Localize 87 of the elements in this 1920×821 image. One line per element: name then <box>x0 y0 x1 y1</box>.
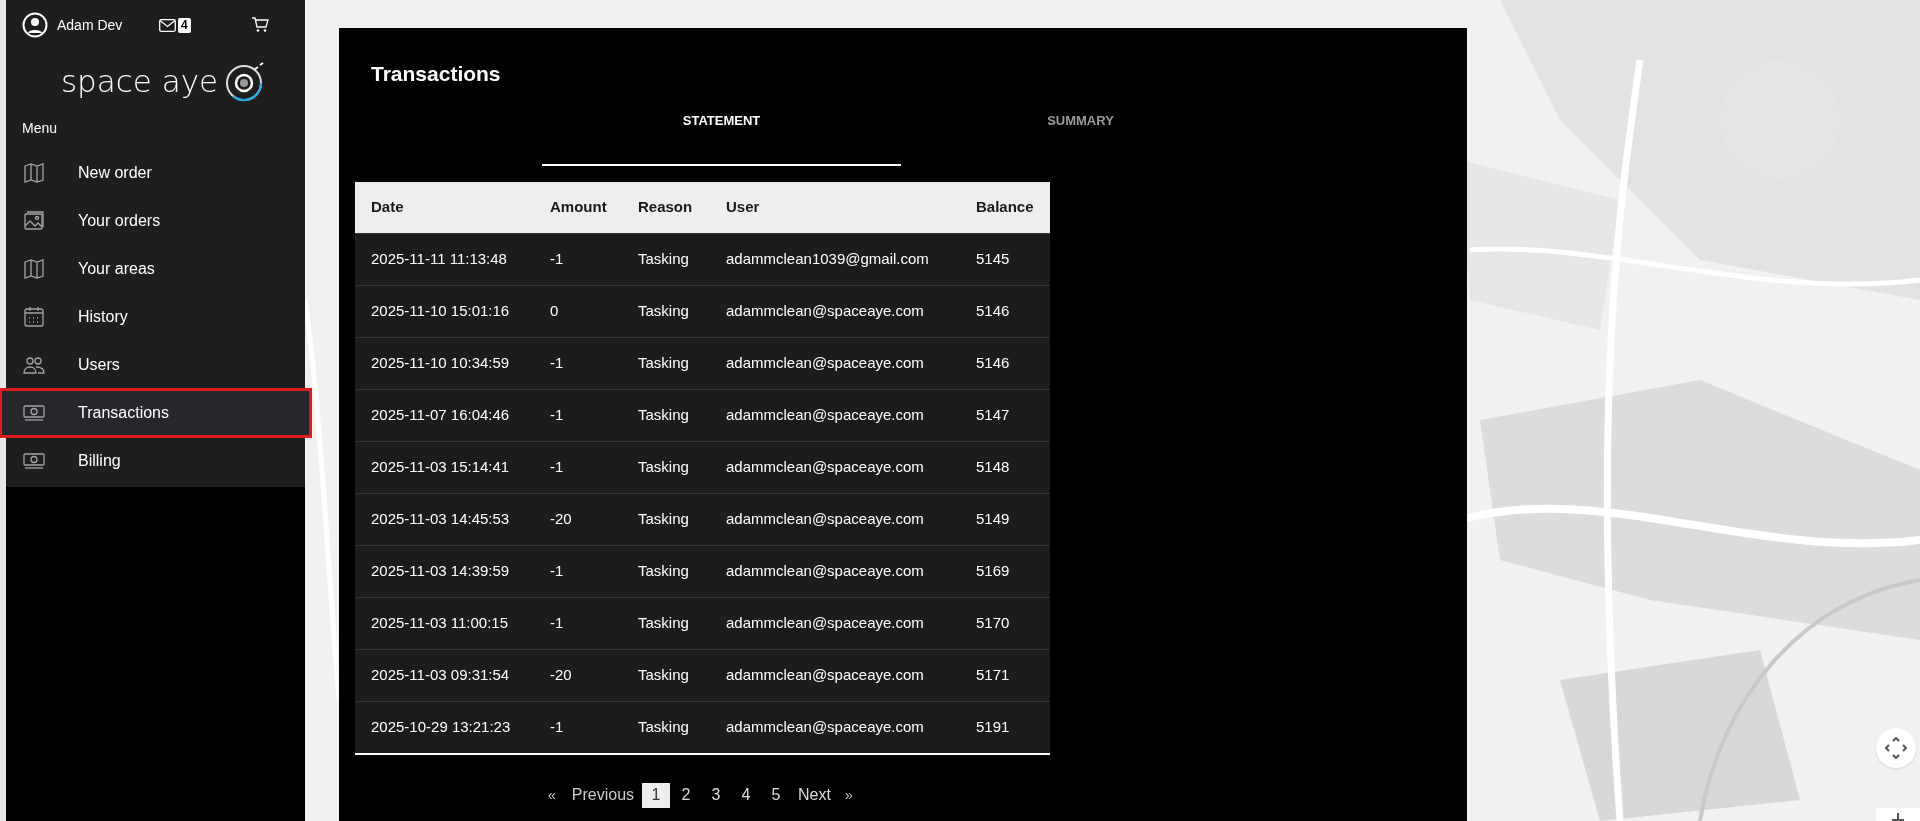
table-cell: 2025-11-03 09:31:54 <box>371 666 510 683</box>
menu-item[interactable]: New order <box>6 149 305 197</box>
table-cell: Tasking <box>638 302 689 319</box>
table-cell: 0 <box>550 302 559 319</box>
table-cell: 2025-10-29 13:21:23 <box>371 718 511 735</box>
table-cell: 2025-11-03 14:45:53 <box>371 510 510 527</box>
menu-item[interactable]: Transactions <box>0 389 311 437</box>
column-header: Reason <box>638 198 693 215</box>
table-cell: 2025-11-03 11:00:15 <box>371 614 509 631</box>
table-cell: -20 <box>550 666 572 683</box>
move-arrows-icon <box>1885 737 1907 759</box>
table-cell: -1 <box>550 406 564 423</box>
table-cell: adammclean@spaceaye.com <box>726 406 924 423</box>
table-cell: adammclean@spaceaye.com <box>726 354 924 371</box>
column-header: Balance <box>976 198 1034 215</box>
previous-page-link[interactable]: Previous <box>565 783 641 807</box>
table-cell: 5145 <box>976 250 1010 267</box>
table-cell: 2025-11-10 10:34:59 <box>371 354 510 371</box>
table-cell: Tasking <box>638 354 689 371</box>
table-cell: -1 <box>550 250 564 267</box>
table-cell: 2025-11-03 14:39:59 <box>371 562 510 579</box>
page-link[interactable]: 5 <box>762 782 791 808</box>
menu-label: Menu <box>21 119 59 138</box>
table-cell: 5148 <box>976 458 1010 475</box>
menu-item[interactable]: History <box>6 293 305 341</box>
user-icon[interactable] <box>22 12 48 38</box>
menu-item[interactable]: Your areas <box>6 245 305 293</box>
table-cell: 2025-11-11 11:13:48 <box>371 250 507 267</box>
page-link[interactable]: 1 <box>642 782 671 808</box>
page-link[interactable]: 3 <box>702 782 731 808</box>
menu-item[interactable]: Your orders <box>6 197 305 245</box>
table-cell: Tasking <box>638 666 689 683</box>
table-cell: -1 <box>550 458 564 475</box>
table-cell: adammclean@spaceaye.com <box>726 458 924 475</box>
tab[interactable]: STATEMENT <box>542 95 901 166</box>
page-link[interactable]: 2 <box>672 782 701 808</box>
table-cell: adammclean@spaceaye.com <box>726 718 924 735</box>
last-page-link[interactable]: » <box>838 784 859 806</box>
table-cell: 5170 <box>976 614 1010 631</box>
table-cell: 2025-11-03 15:14:41 <box>371 458 510 475</box>
table-cell: -1 <box>550 354 564 371</box>
table-cell: adammclean@spaceaye.com <box>726 562 924 579</box>
first-page-link[interactable]: « <box>540 784 564 806</box>
menu-item[interactable]: Billing <box>6 437 305 485</box>
map-icon <box>22 161 46 185</box>
table-cell: adammclean@spaceaye.com <box>726 614 924 631</box>
table-cell: -1 <box>550 718 564 735</box>
table-cell: 5146 <box>976 354 1010 371</box>
table-cell: Tasking <box>638 406 689 423</box>
cart-icon[interactable] <box>250 17 269 33</box>
column-header: Date <box>371 198 404 215</box>
table-cell: 2025-11-07 16:04:46 <box>371 406 510 423</box>
table-cell: Tasking <box>638 562 689 579</box>
menu-item[interactable]: Users <box>6 341 305 389</box>
logo-text: space aye <box>60 65 219 97</box>
table-cell: 5191 <box>976 718 1010 735</box>
table-cell: adammclean@spaceaye.com <box>726 666 924 683</box>
tab[interactable]: SUMMARY <box>901 95 1260 166</box>
panel-title: Transactions <box>370 61 502 87</box>
image-icon <box>22 209 46 233</box>
table-cell: 5169 <box>976 562 1010 579</box>
calendar-icon <box>22 305 46 329</box>
table-cell: -1 <box>550 614 564 631</box>
table-cell: Tasking <box>638 250 689 267</box>
table-cell: Tasking <box>638 510 689 527</box>
user-name[interactable]: Adam Dev <box>57 14 157 36</box>
table-cell: 5149 <box>976 510 1010 527</box>
table-cell: Tasking <box>638 458 689 475</box>
table-cell: 2025-11-10 15:01:16 <box>371 302 510 319</box>
table-cell: adammclean@spaceaye.com <box>726 510 924 527</box>
message-count-badge: 4 <box>178 17 191 33</box>
table-cell: Tasking <box>638 718 689 735</box>
next-page-link[interactable]: Next <box>792 783 837 807</box>
column-header: Amount <box>550 198 607 215</box>
plus-icon <box>1891 812 1905 821</box>
column-header: User <box>726 198 760 215</box>
map-icon <box>22 257 46 281</box>
table-cell: -1 <box>550 562 564 579</box>
table-cell: 5147 <box>976 406 1010 423</box>
table-cell: 5171 <box>976 666 1010 683</box>
mail-icon[interactable] <box>159 18 176 32</box>
table-cell: -20 <box>550 510 572 527</box>
table-cell: adammclean1039@gmail.com <box>726 250 929 267</box>
table-cell: adammclean@spaceaye.com <box>726 302 924 319</box>
table-cell: 5146 <box>976 302 1010 319</box>
page-link[interactable]: 4 <box>732 782 761 808</box>
table-cell: Tasking <box>638 614 689 631</box>
